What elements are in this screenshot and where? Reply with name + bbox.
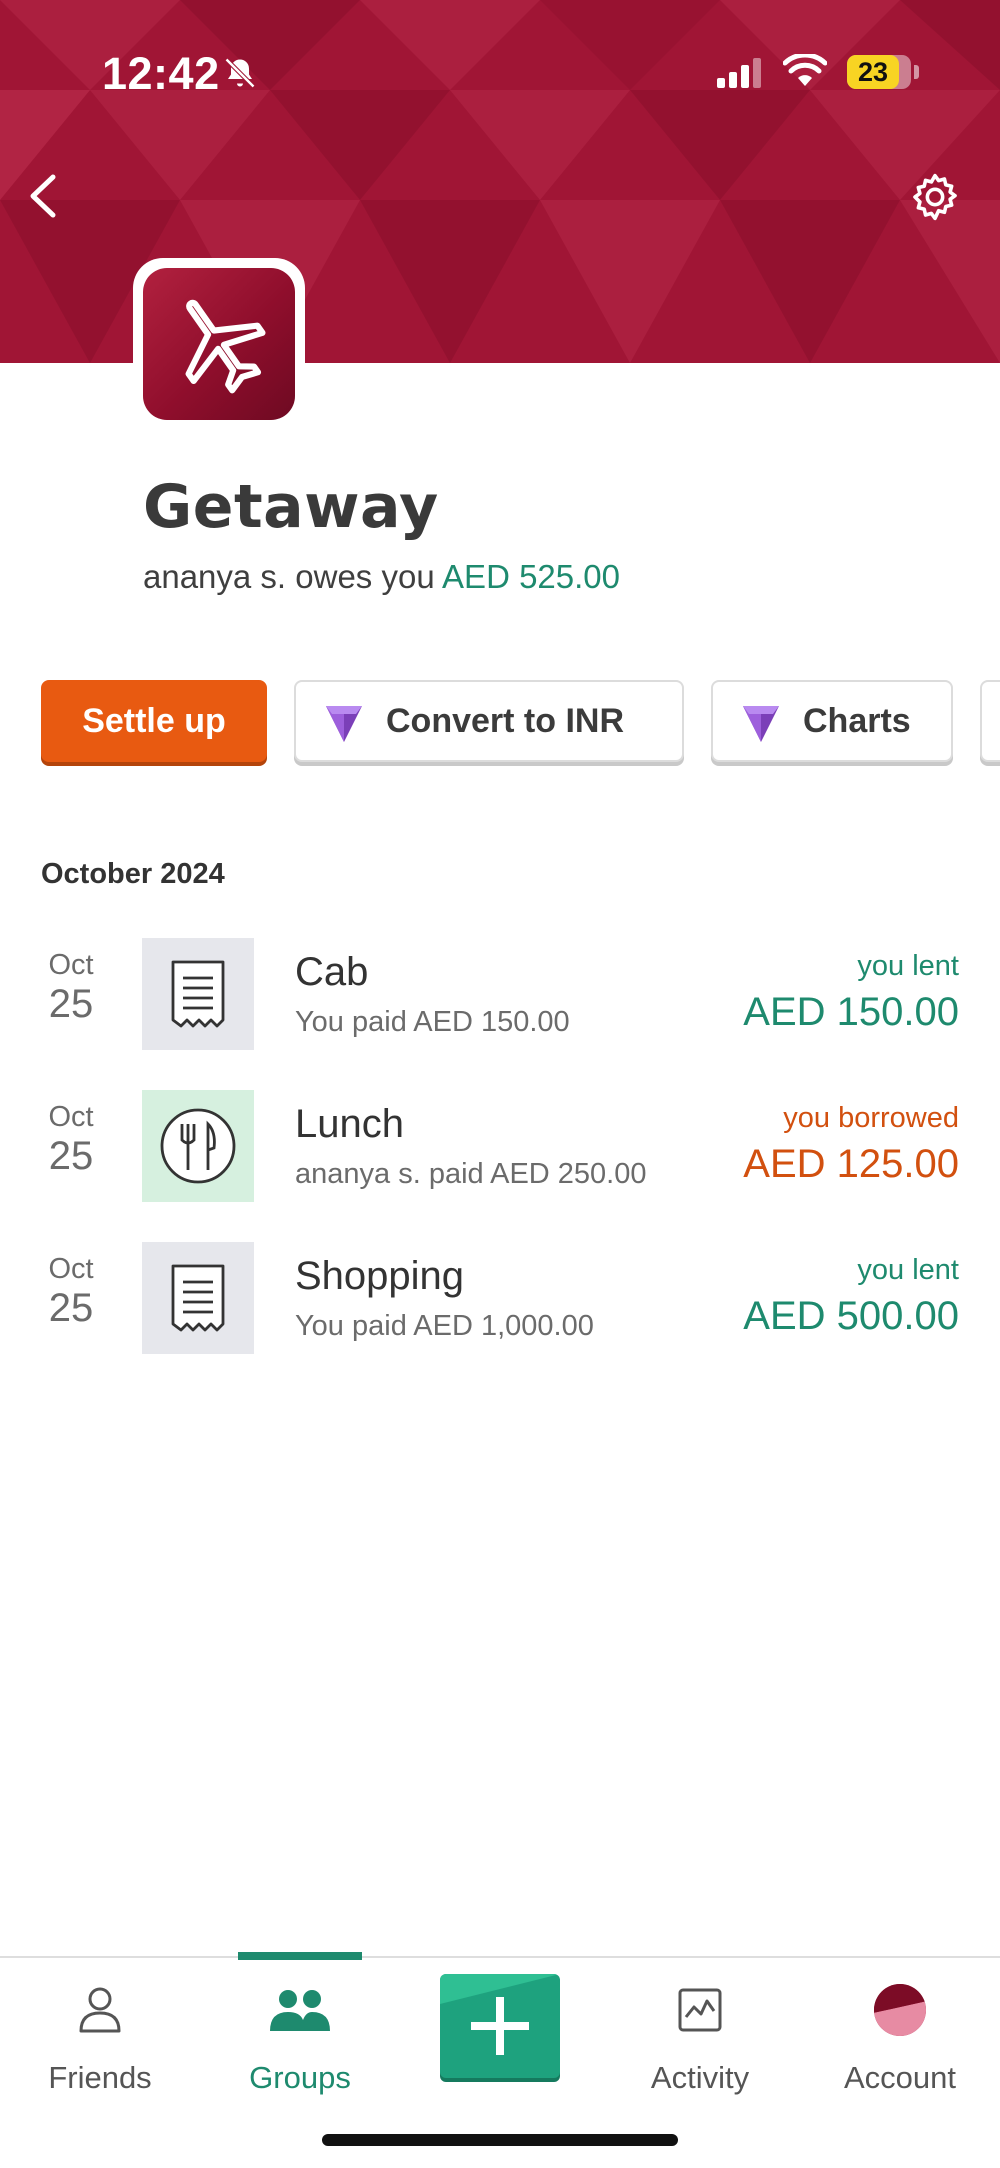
expense-status: you lent — [857, 950, 959, 982]
balance-amount: AED 525.00 — [442, 558, 621, 595]
cellular-signal-icon — [717, 58, 761, 88]
expense-status: you borrowed — [783, 1102, 959, 1134]
tab-groups[interactable]: Groups — [200, 1958, 400, 2108]
expense-date: Oct 25 — [48, 1253, 94, 1330]
status-bar: 12:42 23 — [0, 0, 1000, 150]
gem-icon — [326, 706, 362, 742]
expense-name: Lunch — [295, 1102, 404, 1146]
gear-icon — [913, 173, 957, 221]
expense-amount: AED 150.00 — [743, 990, 959, 1034]
expense-payer: You paid AED 150.00 — [295, 1006, 570, 1038]
expense-payer: ananya s. paid AED 250.00 — [295, 1158, 647, 1190]
expense-date: Oct 25 — [48, 1101, 94, 1178]
expense-category-tile — [142, 1242, 254, 1354]
status-time: 12:42 — [102, 48, 220, 99]
expense-payer: You paid AED 1,000.00 — [295, 1310, 594, 1342]
plus-icon — [471, 1997, 529, 2055]
more-actions-button[interactable] — [980, 680, 1000, 762]
tab-label: Account — [843, 2060, 956, 2095]
expense-category-tile — [142, 1090, 254, 1202]
people-icon — [270, 1990, 330, 2031]
person-icon — [79, 1987, 121, 2033]
wifi-icon — [783, 54, 827, 86]
battery-level: 23 — [857, 57, 889, 87]
expense-row[interactable]: Oct 25 Lunch ananya s. paid AED 250.00 y… — [0, 1090, 1000, 1204]
tab-account[interactable]: Account — [800, 1958, 1000, 2108]
expense-category-tile — [142, 938, 254, 1050]
home-indicator — [322, 2134, 678, 2146]
expense-row[interactable]: Oct 25 Cab You paid AED 150.00 you lent … — [0, 938, 1000, 1052]
charts-button[interactable]: Charts — [711, 680, 953, 762]
expense-status: you lent — [857, 1254, 959, 1286]
tab-friends[interactable]: Friends — [0, 1958, 200, 2108]
charts-label: Charts — [803, 701, 911, 740]
convert-currency-button[interactable]: Convert to INR — [294, 680, 684, 762]
gem-icon — [743, 706, 779, 742]
chevron-left-icon — [30, 174, 56, 218]
month-section-header: October 2024 — [41, 858, 225, 890]
group-balance-summary: ananya s. owes you AED 525.00 — [143, 558, 620, 596]
battery-indicator: 23 — [847, 55, 911, 89]
settle-up-button[interactable]: Settle up — [41, 680, 267, 762]
fork-knife-icon — [160, 1108, 236, 1184]
balance-text: ananya s. owes you — [143, 558, 435, 595]
receipt-icon — [171, 960, 225, 1028]
group-title: Getaway — [143, 472, 439, 542]
activity-icon — [678, 1988, 722, 2032]
group-actions-row: Settle up Convert to INR Charts — [0, 680, 1000, 766]
expense-amount: AED 125.00 — [743, 1142, 959, 1186]
settle-up-label: Settle up — [82, 701, 226, 740]
group-avatar — [133, 258, 305, 430]
expense-row[interactable]: Oct 25 Shopping You paid AED 1,000.00 yo… — [0, 1242, 1000, 1356]
account-avatar-icon — [874, 1984, 926, 2036]
bell-muted-icon — [224, 57, 256, 89]
expense-amount: AED 500.00 — [743, 1294, 959, 1338]
receipt-icon — [171, 1264, 225, 1332]
expense-name: Cab — [295, 950, 369, 994]
add-expense-button[interactable] — [440, 1974, 560, 2078]
back-button[interactable] — [12, 164, 72, 228]
tab-label: Groups — [249, 2060, 351, 2095]
airplane-icon — [185, 299, 266, 394]
expense-date: Oct 25 — [48, 949, 94, 1026]
group-settings-button[interactable] — [900, 162, 970, 232]
tab-activity[interactable]: Activity — [600, 1958, 800, 2108]
tab-label: Friends — [48, 2060, 152, 2095]
convert-label: Convert to INR — [386, 701, 624, 740]
tab-label: Activity — [650, 2060, 750, 2095]
expense-name: Shopping — [295, 1254, 465, 1298]
